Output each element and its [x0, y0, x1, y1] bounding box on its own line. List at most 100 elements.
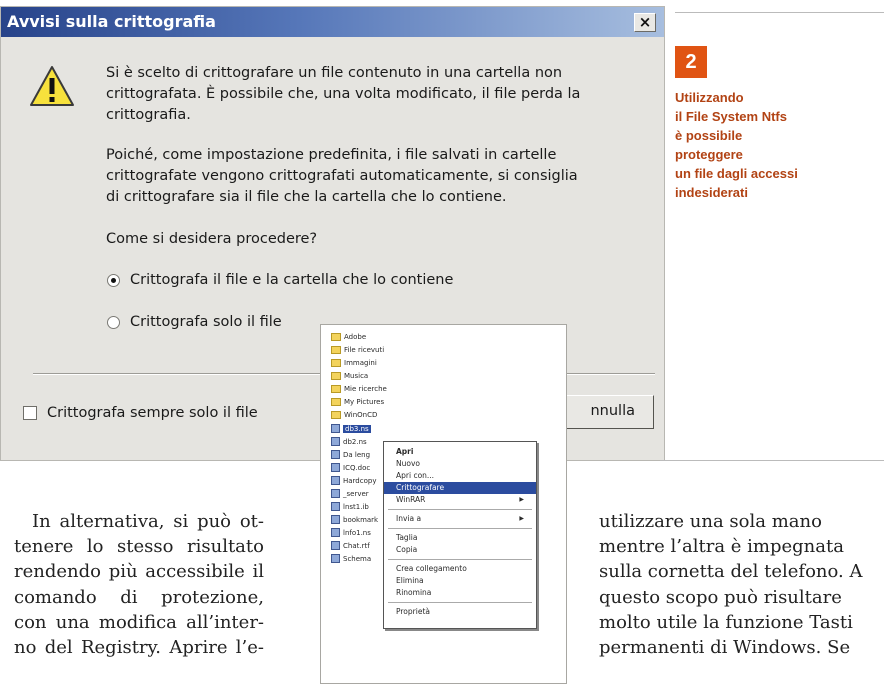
file-item[interactable]: ICQ.doc	[331, 463, 370, 472]
menu-item[interactable]: Apri	[384, 446, 536, 458]
file-icon	[331, 554, 340, 563]
folder-icon	[331, 333, 341, 341]
option-label: Crittografa il file e la cartella che lo…	[130, 272, 454, 288]
file-item[interactable]: db3.ns	[331, 424, 371, 433]
file-item[interactable]: _server	[331, 489, 369, 498]
file-icon	[331, 476, 340, 485]
option-encrypt-file-only[interactable]: Crittografa solo il file	[107, 314, 282, 330]
file-item[interactable]: Da leng	[331, 450, 370, 459]
article-column-left: In alternativa, si può ot- tenere lo ste…	[14, 509, 264, 660]
close-icon: ×	[638, 13, 652, 31]
radio-selected[interactable]	[107, 273, 120, 287]
file-icon	[331, 437, 340, 446]
submenu-arrow-icon: ▶	[519, 496, 524, 503]
explorer-file-list: Adobe File ricevuti Immagini Musica Mie rice…	[320, 324, 567, 684]
message-line: crittografata. È possibile che, una volt…	[106, 86, 581, 102]
folder-icon	[331, 346, 341, 354]
text-line: molto utile la funzione Tasti	[599, 611, 853, 633]
menu-item[interactable]: WinRAR ▶	[384, 494, 536, 506]
text-line: utilizzare una sola mano	[599, 511, 822, 532]
caption-rule	[675, 12, 884, 13]
text-line: comando di protezione,	[14, 586, 264, 608]
dialog-title: Avvisi sulla crittografia	[7, 12, 216, 31]
folder-item[interactable]: Immagini	[331, 359, 377, 367]
caption-rule	[660, 460, 884, 461]
menu-separator	[388, 602, 532, 603]
figure-caption: Utilizzando il File System Ntfs è possib…	[675, 88, 880, 202]
folder-icon	[331, 385, 341, 393]
folder-item[interactable]: File ricevuti	[331, 346, 384, 354]
folder-label: WinOnCD	[344, 411, 378, 419]
file-item[interactable]: Schema	[331, 554, 371, 563]
folder-item[interactable]: Musica	[331, 372, 368, 380]
message-line: Poiché, come impostazione predefinita, i…	[106, 147, 557, 163]
option-label: Crittografa solo il file	[130, 314, 282, 330]
file-icon	[331, 424, 340, 433]
folder-icon	[331, 359, 341, 367]
menu-item[interactable]: Proprietà	[384, 606, 536, 618]
file-icon	[331, 541, 340, 550]
menu-item[interactable]: Elimina	[384, 575, 536, 587]
menu-item[interactable]: Apri con...	[384, 470, 536, 482]
file-item[interactable]: lnst1.ib	[331, 502, 369, 511]
file-label: lnfo1.ns	[343, 528, 371, 537]
menu-item[interactable]: Invia a ▶	[384, 513, 536, 525]
submenu-arrow-icon: ▶	[519, 515, 524, 522]
text-line: mentre l’altra è impegnata	[599, 536, 844, 558]
message-paragraph-2: Poiché, come impostazione predefinita, i…	[106, 145, 654, 208]
checkbox[interactable]	[23, 406, 37, 420]
folder-label: Immagini	[344, 359, 377, 367]
file-icon	[331, 489, 340, 498]
folder-item[interactable]: WinOnCD	[331, 411, 377, 419]
menu-item[interactable]: Crittografare	[384, 482, 536, 494]
file-item[interactable]: Hardcopy	[331, 476, 376, 485]
dialog-titlebar[interactable]: Avvisi sulla crittografia ×	[1, 7, 664, 37]
file-item[interactable]: db2.ns	[331, 437, 367, 446]
option-encrypt-file-and-folder[interactable]: Crittografa il file e la cartella che lo…	[107, 272, 453, 288]
file-label: db3.ns	[343, 424, 371, 433]
menu-item[interactable]: Copia	[384, 544, 536, 556]
file-item[interactable]: Chat.rtf	[331, 541, 370, 550]
cancel-button[interactable]: nnulla	[556, 395, 654, 429]
menu-item[interactable]: Taglia	[384, 532, 536, 544]
radio-unselected[interactable]	[107, 315, 120, 329]
checkbox-label: Crittografa sempre solo il file	[47, 405, 258, 421]
always-encrypt-file-only-checkbox[interactable]: Crittografa sempre solo il file	[23, 405, 258, 421]
message-line: Si è scelto di crittografare un file con…	[106, 65, 563, 81]
folder-label: Adobe	[344, 333, 367, 341]
warning-icon	[30, 66, 74, 106]
article-column-right: utilizzare una sola mano mentre l’altra …	[599, 509, 884, 660]
file-label: Da leng	[343, 450, 371, 459]
text-line: sulla cornetta del telefono. A	[599, 561, 863, 583]
file-label: Schema	[343, 554, 372, 563]
file-item[interactable]: lnfo1.ns	[331, 528, 371, 537]
file-item[interactable]: bookmark	[331, 515, 378, 524]
menu-item[interactable]: Crea collegamento	[384, 563, 536, 575]
file-icon	[331, 463, 340, 472]
menu-item[interactable]: Nuovo	[384, 458, 536, 470]
text-line: con una modifica all’inter-	[14, 611, 264, 633]
text-line: rendendo più accessibile il	[14, 561, 264, 583]
caption-line: proteggere	[675, 147, 743, 162]
context-menu: Apri Nuovo Apri con... Crittografare WinRAR ▶…	[383, 441, 537, 629]
close-button[interactable]: ×	[634, 13, 656, 32]
folder-item[interactable]: Adobe	[331, 333, 366, 341]
folder-item[interactable]: Mie ricerche	[331, 385, 387, 393]
file-label: _server	[343, 489, 369, 498]
caption-line: il File System Ntfs	[675, 109, 787, 124]
file-label: Hardcopy	[343, 476, 377, 485]
folder-icon	[331, 411, 341, 419]
text-line: In alternativa, si può ot-	[32, 511, 264, 532]
text-line: permanenti di Windows. Se	[599, 637, 851, 659]
folder-label: File ricevuti	[344, 346, 385, 354]
question-text: Come si desidera procedere?	[106, 231, 318, 247]
folder-label: My Pictures	[344, 398, 385, 406]
menu-item[interactable]: Rinomina	[384, 587, 536, 599]
message-paragraph-1: Si è scelto di crittografare un file con…	[106, 63, 654, 126]
text-line: questo scopo può risultare	[599, 586, 842, 608]
menu-separator	[388, 528, 532, 529]
folder-item[interactable]: My Pictures	[331, 398, 384, 406]
file-icon	[331, 450, 340, 459]
folder-label: Musica	[344, 372, 369, 380]
file-icon	[331, 528, 340, 537]
